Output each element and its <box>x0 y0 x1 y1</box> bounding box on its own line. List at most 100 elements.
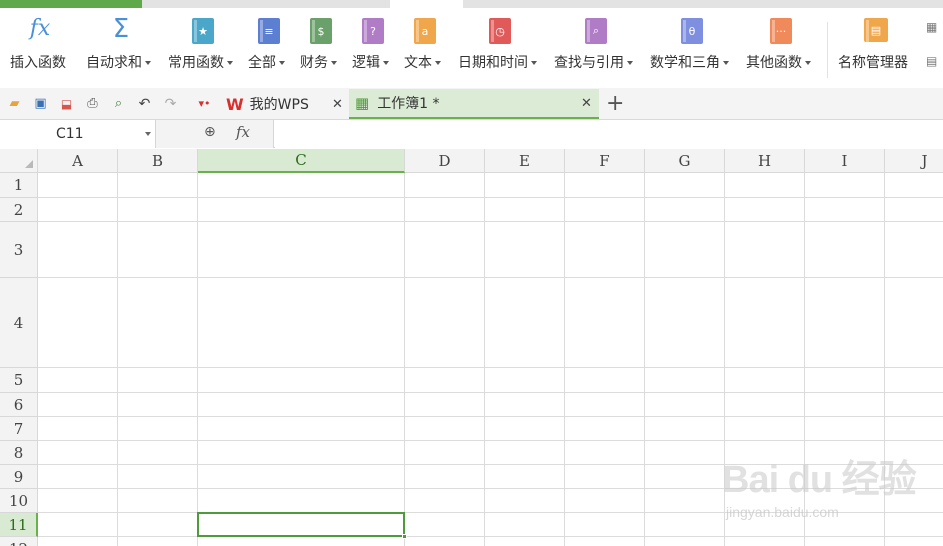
row-gridline <box>38 488 943 489</box>
theta-book-icon: θ <box>681 18 703 44</box>
column-header-c[interactable]: C <box>198 149 405 173</box>
text-functions-button[interactable]: a 文本 <box>402 8 448 88</box>
list-book-icon: ≡ <box>258 18 280 44</box>
formula-buttons: ⊕ fx <box>156 120 274 148</box>
formula-bar: C11 ⊕ fx <box>0 120 943 148</box>
name-manager-button[interactable]: ▤ 名称管理器 <box>838 8 914 88</box>
row-header-2[interactable]: 2 <box>0 198 38 222</box>
other-functions-button[interactable]: ··· 其他函数 <box>744 8 818 88</box>
select-all-button[interactable] <box>0 149 38 173</box>
column-gridline <box>884 173 885 546</box>
chevron-down-icon <box>331 61 337 65</box>
open-folder-icon[interactable]: ▰ <box>6 95 23 112</box>
column-header-e[interactable]: E <box>485 149 565 173</box>
print-preview-icon[interactable]: ⌕ <box>110 95 127 112</box>
logical-functions-label: 逻辑 <box>352 55 380 71</box>
math-trig-functions-label: 数学和三角 <box>650 55 720 71</box>
table-icon[interactable]: ▦ <box>926 20 937 34</box>
sigma-icon: Σ <box>112 14 130 44</box>
other-functions-label: 其他函数 <box>746 55 802 71</box>
print-icon[interactable]: ⎙ <box>84 95 101 112</box>
export-pdf-icon[interactable]: ⬓ <box>58 95 75 112</box>
ribbon-divider <box>827 22 828 78</box>
row-header-7[interactable]: 7 <box>0 417 38 441</box>
row-gridline <box>38 464 943 465</box>
row-header-5[interactable]: 5 <box>0 368 38 393</box>
date-time-functions-label: 日期和时间 <box>458 55 528 71</box>
ribbon-tab-formula[interactable] <box>390 0 463 8</box>
financial-functions-button[interactable]: $ 财务 <box>298 8 344 88</box>
more-book-icon: ··· <box>770 18 792 44</box>
column-gridline <box>404 173 405 546</box>
row-header-1[interactable]: 1 <box>0 173 38 198</box>
chevron-down-icon <box>531 61 537 65</box>
spreadsheet-grid[interactable]: ABCDEFGHIJ 123456789101112 <box>0 149 943 546</box>
column-gridline <box>197 173 198 546</box>
close-icon[interactable]: ✕ <box>332 97 343 112</box>
finance-book-icon: $ <box>310 18 332 44</box>
save-icon[interactable]: ▣ <box>32 95 49 112</box>
common-functions-button[interactable]: ★ 常用函数 <box>166 8 240 88</box>
row-header-12[interactable]: 12 <box>0 537 38 546</box>
name-manager-icon: ▤ <box>864 18 888 42</box>
undo-icon[interactable]: ↶ <box>136 95 153 112</box>
date-time-functions-button[interactable]: ◷ 日期和时间 <box>456 8 544 88</box>
financial-functions-label: 财务 <box>300 55 328 71</box>
clock-book-icon: ◷ <box>489 18 511 44</box>
redo-icon[interactable]: ↷ <box>162 95 179 112</box>
tab-workbook[interactable]: ▦ 工作簿1 * ✕ <box>349 89 599 119</box>
selected-cell[interactable] <box>197 512 407 539</box>
column-gridline <box>117 173 118 546</box>
column-gridline <box>804 173 805 546</box>
row-header-11[interactable]: 11 <box>0 513 38 537</box>
text-book-icon: a <box>414 18 436 44</box>
wps-logo-icon: W <box>226 94 244 114</box>
chevron-down-icon[interactable] <box>145 132 151 136</box>
column-gridline <box>564 173 565 546</box>
new-tab-icon[interactable]: + <box>606 91 624 116</box>
column-gridline <box>484 173 485 546</box>
column-header-f[interactable]: F <box>565 149 645 173</box>
column-header-g[interactable]: G <box>645 149 725 173</box>
formula-input[interactable] <box>275 120 943 148</box>
row-header-8[interactable]: 8 <box>0 441 38 465</box>
close-icon[interactable]: ✕ <box>581 96 592 111</box>
insert-function-icon[interactable]: fx <box>236 123 250 141</box>
formula-ribbon: fx 插入函数 Σ 自动求和 ★ 常用函数 ≡ 全部 $ 财务 ? 逻辑 a 文… <box>0 8 943 88</box>
customize-toolbar-icon[interactable]: ▾• <box>196 95 213 112</box>
column-header-j[interactable]: J <box>885 149 943 173</box>
chevron-down-icon <box>435 61 441 65</box>
lookup-reference-functions-button[interactable]: ⌕ 查找与引用 <box>552 8 640 88</box>
row-header-3[interactable]: 3 <box>0 222 38 278</box>
logical-functions-button[interactable]: ? 逻辑 <box>350 8 396 88</box>
zoom-icon[interactable]: ⊕ <box>204 124 216 140</box>
tab-label: 工作簿1 * <box>377 96 440 112</box>
column-header-b[interactable]: B <box>118 149 198 173</box>
column-header-h[interactable]: H <box>725 149 805 173</box>
row-header-10[interactable]: 10 <box>0 489 38 513</box>
name-manager-label: 名称管理器 <box>838 55 908 71</box>
row-gridline <box>38 392 943 393</box>
column-header-d[interactable]: D <box>405 149 485 173</box>
row-gridline <box>38 440 943 441</box>
math-trig-functions-button[interactable]: θ 数学和三角 <box>648 8 736 88</box>
tab-my-wps[interactable]: W 我的WPS ✕ <box>220 89 348 119</box>
row-header-9[interactable]: 9 <box>0 465 38 489</box>
column-gridline <box>724 173 725 546</box>
fx-icon: fx <box>29 16 51 41</box>
insert-function-button[interactable]: fx 插入函数 <box>8 8 72 88</box>
autosum-button[interactable]: Σ 自动求和 <box>84 8 158 88</box>
name-box[interactable]: C11 <box>0 120 156 148</box>
paste-icon[interactable]: ▤ <box>926 54 937 68</box>
fill-handle[interactable] <box>402 534 407 539</box>
row-header-4[interactable]: 4 <box>0 278 38 368</box>
active-ribbon-tab-indicator <box>0 0 142 8</box>
column-header-a[interactable]: A <box>38 149 118 173</box>
chevron-down-icon <box>627 61 633 65</box>
row-header-6[interactable]: 6 <box>0 393 38 417</box>
chevron-down-icon <box>723 61 729 65</box>
all-functions-button[interactable]: ≡ 全部 <box>246 8 292 88</box>
chevron-down-icon <box>279 61 285 65</box>
column-header-i[interactable]: I <box>805 149 885 173</box>
common-functions-label: 常用函数 <box>168 55 224 71</box>
